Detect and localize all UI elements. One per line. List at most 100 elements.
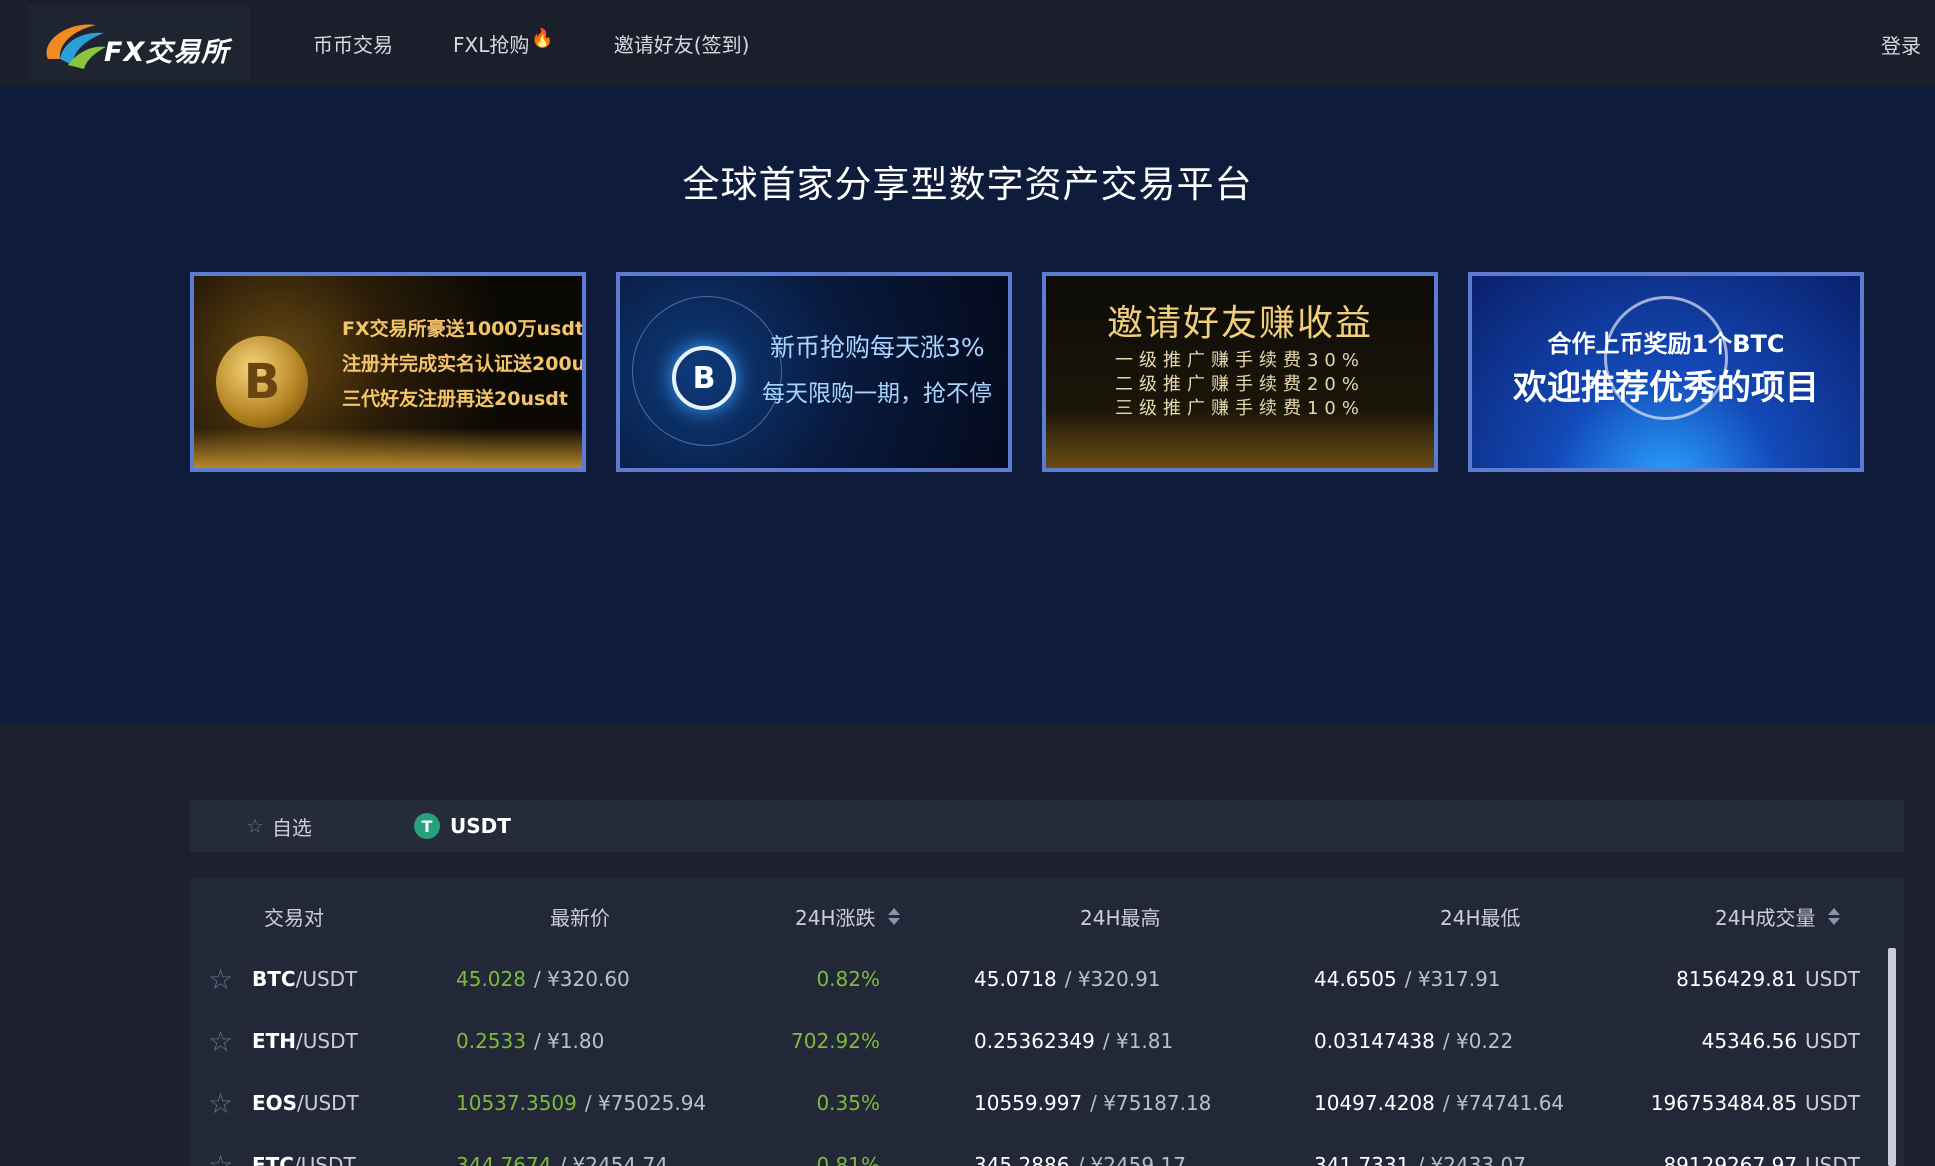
high-value: 0.25362349 xyxy=(974,1029,1095,1053)
banner-line: 三代好友注册再送20usdt xyxy=(342,388,568,410)
top-navbar: FX交易所 币币交易 FXL抢购 🔥 邀请好友(签到) 登录 xyxy=(0,0,1935,86)
tab-label: USDT xyxy=(450,814,511,838)
header-label: 交易对 xyxy=(264,906,324,930)
last-price-cny: / ¥1.80 xyxy=(533,1029,605,1053)
low-cny: / ¥317.91 xyxy=(1404,967,1501,991)
column-header-low: 24H最低 xyxy=(1440,902,1521,931)
low-cny: / ¥74741.64 xyxy=(1442,1091,1565,1115)
volume-cell: 89129267.97 USDT xyxy=(1590,1134,1860,1166)
banner-line: FX交易所豪送1000万usdt xyxy=(342,318,585,340)
login-link[interactable]: 登录 xyxy=(1881,30,1921,59)
favorite-star-icon[interactable]: ☆ xyxy=(208,1149,233,1166)
change-cell: 0.35% xyxy=(816,1091,880,1115)
high-cny: / ¥75187.18 xyxy=(1090,1091,1212,1115)
change-cell: 0.81% xyxy=(816,1153,880,1166)
pair-base: BTC xyxy=(252,967,296,991)
column-header-pair: 交易对 xyxy=(264,902,324,931)
low-value: 341.7331 xyxy=(1314,1153,1410,1166)
header-label: 24H涨跌 xyxy=(795,906,876,930)
low-cny: / ¥0.22 xyxy=(1442,1029,1514,1053)
tab-favorites[interactable]: ☆ 自选 xyxy=(246,800,312,852)
sort-icon[interactable] xyxy=(887,907,900,926)
banner-listing-reward[interactable]: 合作上币奖励1个BTC 欢迎推荐优秀的项目 xyxy=(1468,272,1864,472)
nav-label: 币币交易 xyxy=(313,32,393,57)
pair-quote: /USDT xyxy=(293,1153,356,1166)
low-cell: 44.6505 / ¥317.91 xyxy=(1314,948,1501,1010)
header-label: 24H最低 xyxy=(1440,906,1521,930)
column-header-high: 24H最高 xyxy=(1080,902,1161,931)
table-row[interactable]: ☆ EOS/USDT 10537.3509 / ¥75025.94 0.35% 1… xyxy=(190,1072,1904,1134)
table-row[interactable]: ☆ BTC/USDT 45.028 / ¥320.60 0.82% 45.0718… xyxy=(190,948,1904,1010)
low-value: 10497.4208 xyxy=(1314,1091,1435,1115)
favorite-star-icon[interactable]: ☆ xyxy=(208,1025,233,1058)
table-row[interactable]: ☆ ETC/USDT 344.7674 / ¥2454.74 0.81% 345.… xyxy=(190,1134,1904,1166)
banner-invite-earnings[interactable]: 邀请好友赚收益 一级推广赚手续费30% 二级推广赚手续费20% 三级推广赚手续费… xyxy=(1042,272,1438,472)
high-cell: 0.25362349 / ¥1.81 xyxy=(974,1010,1173,1072)
pair-quote: /USDT xyxy=(296,1029,358,1053)
low-cell: 10497.4208 / ¥74741.64 xyxy=(1314,1072,1564,1134)
header-label: 最新价 xyxy=(550,906,610,930)
bitcoin-icon: B xyxy=(672,346,736,410)
table-header: 交易对 最新价 24H涨跌 24H最高 24H最低 24H成交量 xyxy=(190,902,1904,938)
high-cell: 45.0718 / ¥320.91 xyxy=(974,948,1161,1010)
last-price-cny: / ¥320.60 xyxy=(533,967,630,991)
header-label: 24H最高 xyxy=(1080,906,1161,930)
banner-line: 一级推广赚手续费30% xyxy=(1114,350,1365,371)
bitcoin-coin-icon: B xyxy=(216,336,308,428)
banner-deposit-bonus[interactable]: B FX交易所豪送1000万usdt 注册并完成实名认证送200usdt 三代好… xyxy=(190,272,586,472)
favorite-star-icon[interactable]: ☆ xyxy=(208,963,233,996)
high-cell: 10559.997 / ¥75187.18 xyxy=(974,1072,1211,1134)
hero-section: 全球首家分享型数字资产交易平台 B FX交易所豪送1000万usdt 注册并完成… xyxy=(0,86,1935,724)
banner-new-coin-purchase[interactable]: B 新币抢购每天涨3% 每天限购一期，抢不停 xyxy=(616,272,1012,472)
favorite-star-icon[interactable]: ☆ xyxy=(208,1087,233,1120)
volume-cell: 8156429.81 USDT xyxy=(1590,948,1860,1010)
volume-unit: USDT xyxy=(1805,1153,1860,1166)
logo-text: FX交易所 xyxy=(104,36,230,68)
pair-cell: ETC/USDT xyxy=(252,1134,356,1166)
high-cny: / ¥2459.17 xyxy=(1077,1153,1186,1166)
volume-value: 89129267.97 xyxy=(1663,1153,1798,1166)
pair-base: ETC xyxy=(252,1153,294,1166)
fire-icon: 🔥 xyxy=(531,27,554,49)
banner-line: 二级推广赚手续费20% xyxy=(1114,374,1365,395)
low-cell: 341.7331 / ¥2433.07 xyxy=(1314,1134,1526,1166)
city-skyline-image xyxy=(194,428,582,468)
pair-cell: BTC/USDT xyxy=(252,948,357,1010)
pair-base: ETH xyxy=(252,1029,297,1053)
banner-text: FX交易所豪送1000万usdt 注册并完成实名认证送200usdt 三代好友注… xyxy=(342,312,586,417)
last-price: 10537.3509 xyxy=(456,1091,577,1115)
banner-line: 欢迎推荐优秀的项目 xyxy=(1513,368,1819,408)
banner-line: 新币抢购每天涨3% xyxy=(770,333,985,362)
pair-quote: /USDT xyxy=(295,967,358,991)
sort-icon[interactable] xyxy=(1827,907,1840,926)
table-row[interactable]: ☆ ETH/USDT 0.2533 / ¥1.80 702.92% 0.25362… xyxy=(190,1010,1904,1072)
tab-label: 自选 xyxy=(271,815,312,840)
high-value: 10559.997 xyxy=(974,1091,1083,1115)
banner-line: 合作上币奖励1个BTC xyxy=(1547,330,1785,358)
market-table: 交易对 最新价 24H涨跌 24H最高 24H最低 24H成交量 ☆ BTC/U… xyxy=(190,878,1904,1166)
column-header-volume[interactable]: 24H成交量 xyxy=(1715,902,1840,931)
nav-label: 邀请好友(签到) xyxy=(613,32,750,57)
price-cell: 344.7674 / ¥2454.74 xyxy=(456,1134,668,1166)
volume-unit: USDT xyxy=(1805,1091,1860,1115)
high-cny: / ¥320.91 xyxy=(1064,967,1161,991)
nav-item-fxl-purchase[interactable]: FXL抢购 🔥 xyxy=(453,27,554,58)
tab-usdt[interactable]: T USDT xyxy=(414,800,511,852)
star-icon: ☆ xyxy=(246,814,264,838)
column-header-change[interactable]: 24H涨跌 xyxy=(795,902,900,931)
price-cell: 0.2533 / ¥1.80 xyxy=(456,1010,604,1072)
volume-cell: 196753484.85 USDT xyxy=(1590,1072,1860,1134)
high-value: 345.2886 xyxy=(974,1153,1070,1166)
nav-item-spot-trading[interactable]: 币币交易 xyxy=(313,29,393,58)
change-cell: 0.82% xyxy=(816,967,880,991)
logo[interactable]: FX交易所 xyxy=(28,5,250,79)
pair-cell: EOS/USDT xyxy=(252,1072,359,1134)
last-price: 45.028 xyxy=(456,967,526,991)
low-cny: / ¥2433.07 xyxy=(1417,1153,1526,1166)
high-cny: / ¥1.81 xyxy=(1102,1029,1174,1053)
low-value: 0.03147438 xyxy=(1314,1029,1435,1053)
nav-item-invite-friends[interactable]: 邀请好友(签到) xyxy=(614,29,750,58)
banner-line: 注册并完成实名认证送200usdt xyxy=(342,353,586,375)
header-label: 24H成交量 xyxy=(1715,906,1816,930)
pair-cell: ETH/USDT xyxy=(252,1010,358,1072)
